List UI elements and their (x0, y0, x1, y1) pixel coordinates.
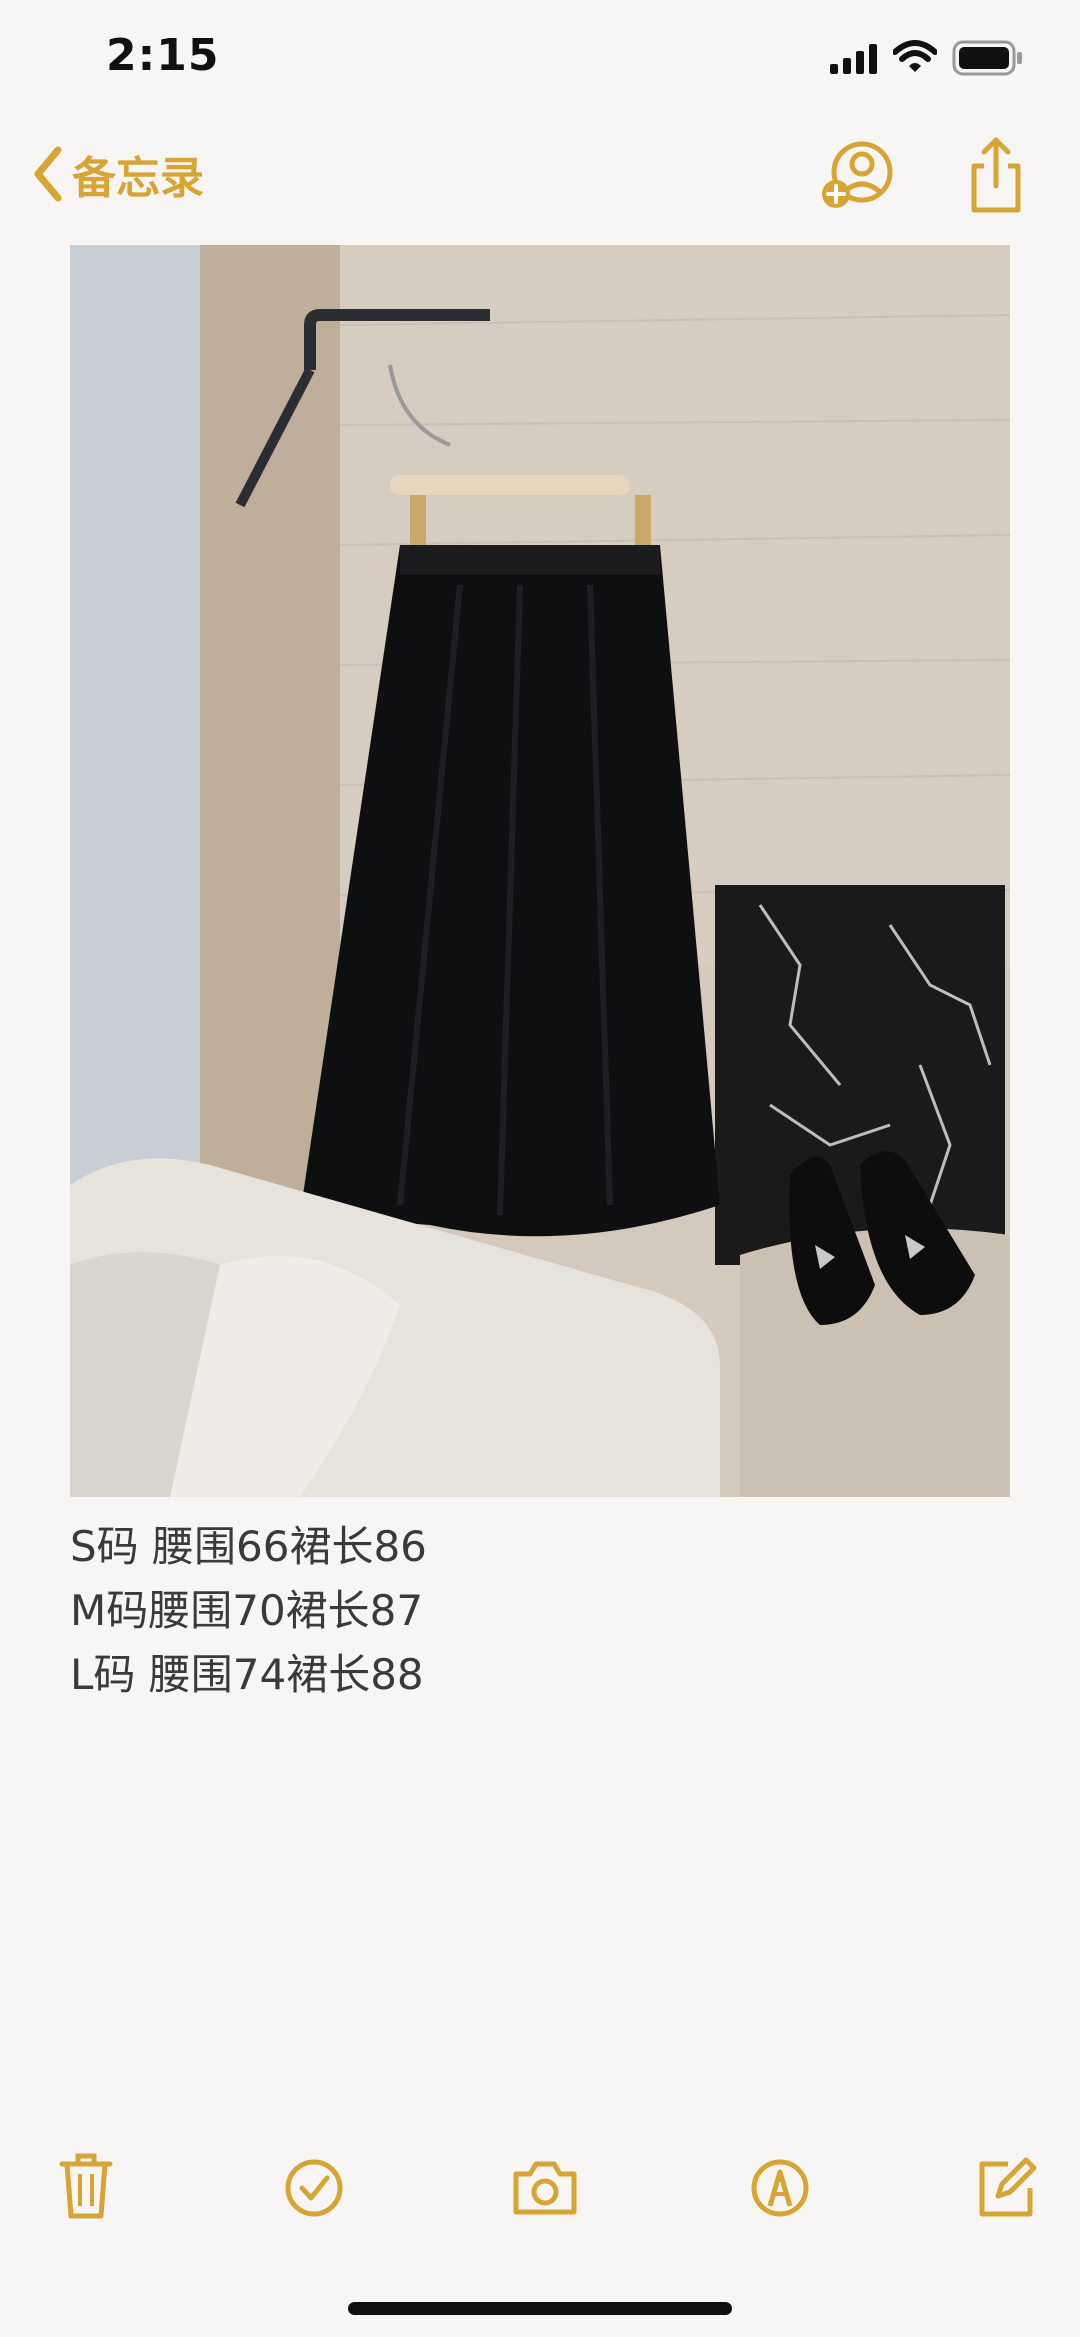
note-body[interactable]: S码 腰围66裙长86 M码腰围70裙长87 L码 腰围74裙长88 (70, 1515, 427, 1707)
status-bar: 2:15 (0, 0, 1080, 120)
note-line: S码 腰围66裙长86 (70, 1522, 427, 1571)
chevron-left-icon (34, 146, 62, 202)
wifi-icon (893, 40, 937, 72)
note-line: L码 腰围74裙长88 (70, 1650, 424, 1699)
markup-pen-icon[interactable] (748, 2150, 812, 2222)
navigation-bar: 备忘录 (0, 120, 1080, 230)
camera-icon[interactable] (510, 2150, 580, 2222)
compose-icon[interactable] (974, 2150, 1038, 2222)
trash-icon[interactable] (54, 2150, 118, 2222)
note-line: M码腰围70裙长87 (70, 1586, 424, 1635)
battery-icon (952, 40, 1022, 76)
photo-skirt-on-hanger[interactable] (70, 245, 1010, 1497)
person-add-icon[interactable] (820, 138, 896, 214)
back-button[interactable]: 备忘录 (30, 142, 204, 206)
cellular-signal-icon (830, 44, 877, 74)
bottom-toolbar (0, 2150, 1080, 2230)
status-time: 2:15 (106, 30, 220, 81)
checklist-icon[interactable] (282, 2150, 346, 2222)
back-label: 备忘录 (72, 153, 204, 204)
home-indicator[interactable] (348, 2302, 732, 2315)
share-icon[interactable] (966, 136, 1026, 214)
